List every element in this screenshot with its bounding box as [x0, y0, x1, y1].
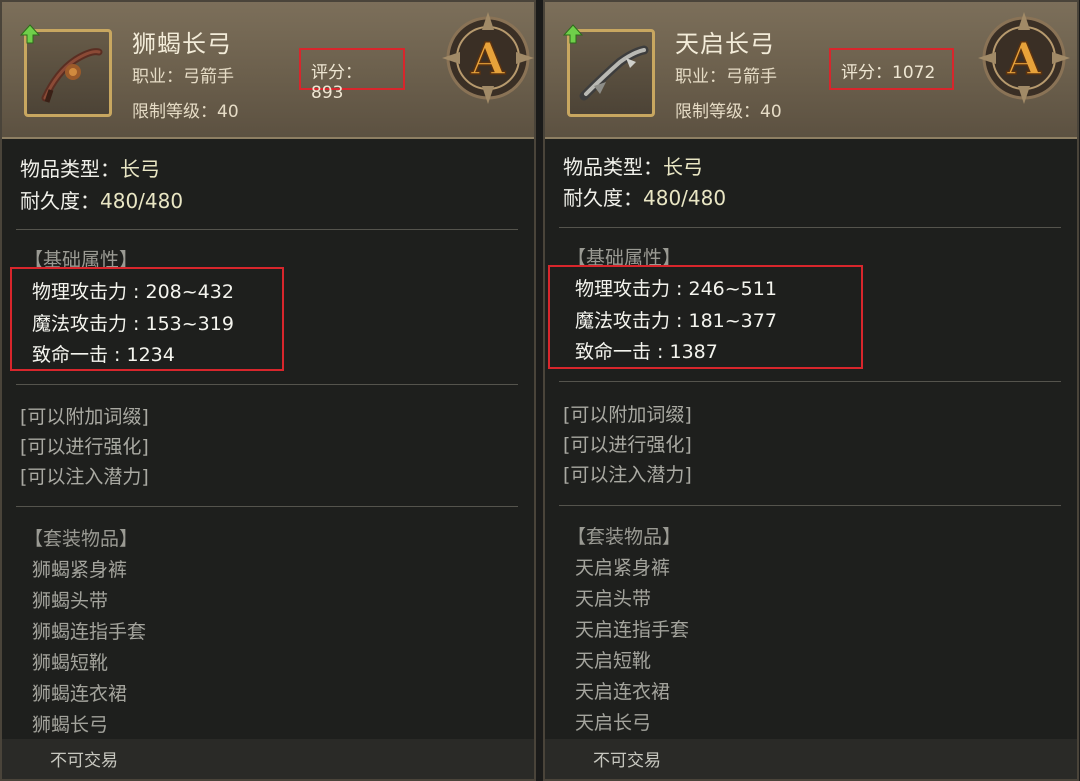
option-affix: [可以附加词缀]: [563, 404, 692, 426]
item-name: 狮蝎长弓: [132, 30, 232, 58]
divider: [16, 384, 518, 385]
item-level-requirement: 限制等级：40: [675, 102, 782, 122]
stats-highlight-box: [548, 265, 863, 369]
option-enhance: [可以进行强化]: [563, 434, 692, 456]
item-level-requirement: 限制等级：40: [132, 102, 239, 122]
bow-icon: [41, 48, 103, 103]
divider: [16, 506, 518, 507]
trade-status: 不可交易: [593, 751, 661, 771]
set-item: 狮蝎连指手套: [32, 621, 147, 643]
grade-letter: A: [470, 34, 506, 85]
option-potential: [可以注入潜力]: [20, 466, 149, 488]
stats-highlight-box: [10, 267, 284, 371]
grade-a-icon: A: [978, 12, 1070, 104]
option-potential: [可以注入潜力]: [563, 464, 692, 486]
durability-value: 480/480: [100, 189, 184, 213]
tooltip-body: 物品类型：长弓 耐久度：480/480 【基础属性】 物理攻击力 : 246~5…: [545, 139, 1077, 779]
grade-letter: A: [1006, 34, 1042, 85]
upgrade-arrow-icon: [563, 24, 583, 44]
item-name: 天启长弓: [675, 30, 775, 58]
item-tooltip-right: 天启长弓 职业：弓箭手 限制等级：40 评分：1072 A 物品类型：长弓 耐久…: [543, 0, 1079, 781]
item-type-value: 长弓: [120, 157, 160, 181]
set-item: 狮蝎连衣裙: [32, 683, 128, 705]
item-job: 职业：弓箭手: [132, 67, 234, 87]
divider: [559, 227, 1061, 228]
durability-row: 耐久度：480/480: [563, 182, 726, 211]
durability-label: 耐久度：: [20, 189, 100, 213]
set-item: 天启连指手套: [575, 619, 690, 641]
item-type-label: 物品类型：: [20, 157, 120, 181]
set-item: 天启紧身裤: [575, 557, 671, 579]
item-score: 评分：1072: [829, 48, 954, 90]
item-score: 评分：893: [299, 48, 405, 103]
option-enhance: [可以进行强化]: [20, 436, 149, 458]
divider: [559, 505, 1061, 506]
set-item: 天启短靴: [575, 650, 652, 672]
set-item: 天启连衣裙: [575, 681, 671, 703]
set-item: 天启长弓: [575, 712, 652, 734]
item-tooltip-left: 狮蝎长弓 职业：弓箭手 限制等级：40 评分：893 A 物品类型：长弓 耐久度…: [0, 0, 536, 781]
tooltip-header: 天启长弓 职业：弓箭手 限制等级：40 评分：1072 A: [545, 2, 1077, 139]
durability-label: 耐久度：: [563, 186, 643, 210]
divider: [16, 229, 518, 230]
tooltip-body: 物品类型：长弓 耐久度：480/480 【基础属性】 物理攻击力 : 208~4…: [2, 139, 534, 779]
item-type-value: 长弓: [663, 155, 703, 179]
tooltip-footer: 不可交易: [545, 739, 1077, 779]
set-item: 天启头带: [575, 588, 652, 610]
set-item: 狮蝎头带: [32, 590, 109, 612]
item-type-row: 物品类型：长弓: [20, 153, 160, 182]
divider: [559, 381, 1061, 382]
option-affix: [可以附加词缀]: [20, 406, 149, 428]
tooltip-header: 狮蝎长弓 职业：弓箭手 限制等级：40 评分：893 A: [2, 2, 534, 139]
set-item: 狮蝎长弓: [32, 714, 109, 736]
set-item: 狮蝎紧身裤: [32, 559, 128, 581]
durability-row: 耐久度：480/480: [20, 185, 183, 214]
grade-a-icon: A: [442, 12, 534, 104]
upgrade-arrow-icon: [20, 24, 40, 44]
set-items-heading: 【套装物品】: [24, 528, 139, 550]
item-type-row: 物品类型：长弓: [563, 151, 703, 180]
durability-value: 480/480: [643, 186, 727, 210]
set-items-heading: 【套装物品】: [567, 526, 682, 548]
set-item: 狮蝎短靴: [32, 652, 109, 674]
tooltip-footer: 不可交易: [2, 739, 534, 779]
item-job: 职业：弓箭手: [675, 67, 777, 87]
trade-status: 不可交易: [50, 751, 118, 771]
item-type-label: 物品类型：: [563, 155, 663, 179]
bow-icon: [579, 45, 649, 101]
